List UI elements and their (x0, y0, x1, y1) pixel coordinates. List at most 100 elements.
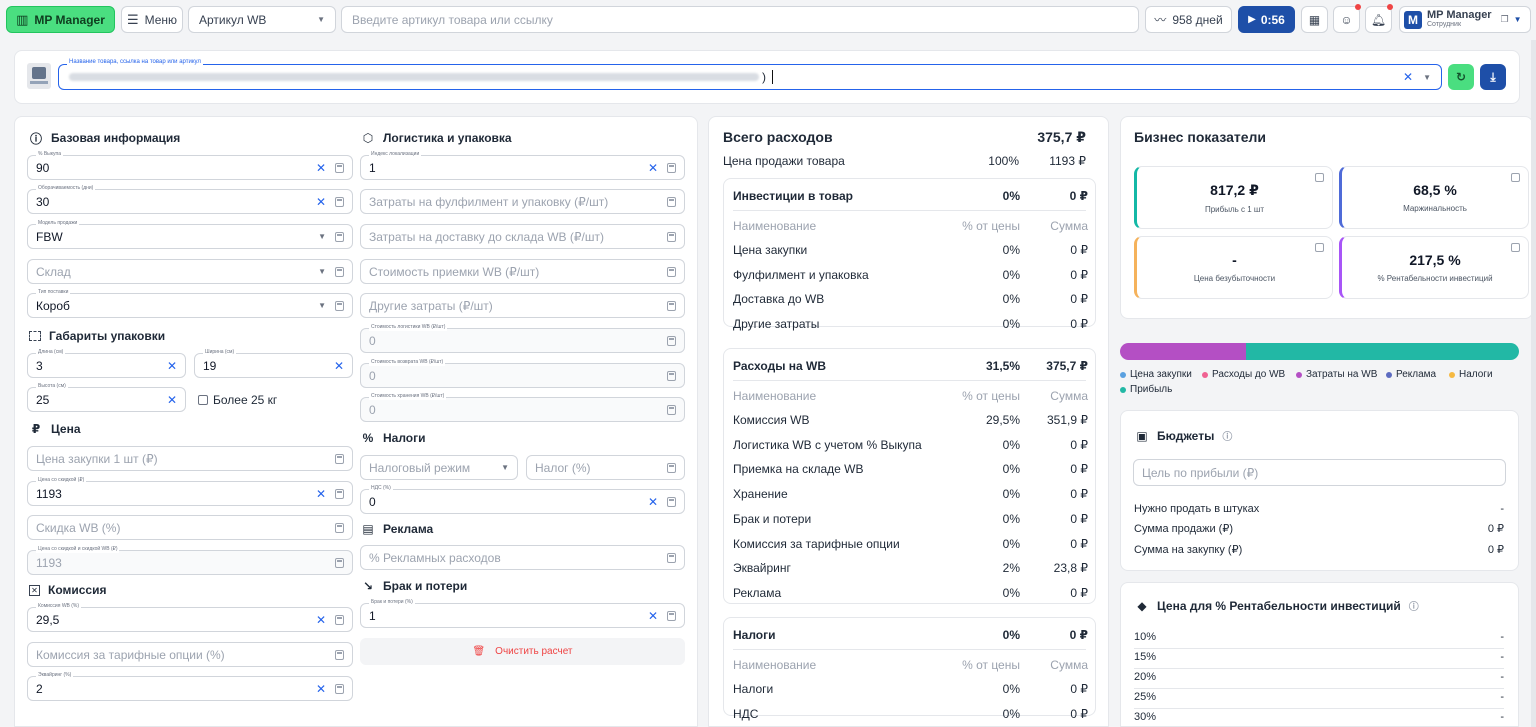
copy-icon[interactable] (1315, 243, 1324, 252)
calculator-icon[interactable] (667, 266, 676, 277)
clear-icon[interactable]: ✕ (648, 161, 658, 175)
calculator-icon[interactable] (667, 231, 676, 242)
delivery-cost-field[interactable]: Затраты на доставку до склада WB (₽/шт) (360, 224, 685, 249)
divider (1134, 668, 1504, 669)
menu-button[interactable]: ☰ Меню (121, 6, 183, 33)
wb-commission-value: 29,5 (36, 612, 60, 627)
clear-icon[interactable]: ✕ (1403, 70, 1413, 84)
length-label: Длина (см) (36, 349, 66, 356)
clear-icon[interactable]: ✕ (316, 487, 326, 501)
tariff-commission-field[interactable]: Комиссия за тарифные опции (%) (27, 642, 353, 667)
wb-return-cost-field: Стоимость возврата WB (₽/шт) 0 (360, 359, 685, 388)
copy-icon[interactable] (1511, 243, 1520, 252)
clear-icon[interactable]: ✕ (167, 393, 177, 407)
clear-icon[interactable]: ✕ (316, 613, 326, 627)
notifications-button[interactable]: 🔔︎ (1365, 6, 1392, 33)
supply-type-select[interactable]: Тип поставки Короб ▼ (27, 289, 353, 318)
calculator-icon[interactable] (335, 614, 344, 625)
clear-icon[interactable]: ✕ (648, 495, 658, 509)
refresh-button[interactable]: ↻ (1448, 64, 1474, 90)
product-thumbnail[interactable] (27, 63, 51, 89)
fulfillment-cost-field[interactable]: Затраты на фулфилмент и упаковку (₽/шт) (360, 189, 685, 214)
other-cost-field[interactable]: Другие затраты (₽/шт) (360, 293, 685, 318)
defect-label: Брак и потери (%) (369, 599, 415, 606)
clear-icon[interactable]: ✕ (648, 609, 658, 623)
chevron-down-icon[interactable]: ▼ (1423, 73, 1431, 82)
acquiring-field[interactable]: Эквайринг (%) 2 ✕ (27, 672, 353, 701)
width-field[interactable]: Ширина (см) 19 ✕ (194, 349, 353, 378)
product-input[interactable]: Название товара, ссылка на товар или арт… (58, 59, 1442, 90)
clear-icon[interactable]: ✕ (316, 195, 326, 209)
warehouse-select[interactable]: Склад ▼ (27, 259, 353, 284)
expense-row-sum: 0 ₽ (1070, 706, 1088, 721)
calculator-icon[interactable] (335, 557, 344, 568)
vat-field[interactable]: НДС (%) 0 ✕ (360, 485, 685, 514)
calculator-icon[interactable] (335, 488, 344, 499)
clear-icon[interactable]: ✕ (316, 682, 326, 696)
heavy-checkbox[interactable]: Более 25 кг (198, 393, 277, 407)
breakeven-label: Цена безубыточности (1193, 274, 1276, 283)
calculator-icon[interactable] (335, 300, 344, 311)
buyout-field[interactable]: % Выкупа 90 ✕ (27, 151, 353, 180)
info-icon[interactable]: ⓘ (1409, 598, 1419, 613)
days-label: 958 дней (1172, 12, 1223, 27)
localization-index-field[interactable]: Индекс локализации 1 ✕ (360, 151, 685, 180)
calculator-icon[interactable] (667, 335, 676, 346)
discount-price-field[interactable]: Цена со скидкой (₽) 1193 ✕ (27, 477, 353, 506)
calculator-icon[interactable] (335, 453, 344, 464)
purchase-price-field[interactable]: Цена закупки 1 шт (₽) (27, 446, 353, 471)
calculator-icon[interactable] (667, 404, 676, 415)
calculator-icon[interactable] (335, 522, 344, 533)
chevron-down-icon: ▼ (318, 267, 326, 276)
feedback-button[interactable]: ☺ (1333, 6, 1360, 33)
roi-percent: 15% (1134, 651, 1157, 663)
calculator-icon[interactable] (667, 162, 676, 173)
warehouse-placeholder: Склад (36, 264, 71, 279)
page-scrollbar[interactable] (1531, 40, 1536, 727)
sales-model-select[interactable]: Модель продажи FBW ▼ (27, 220, 353, 249)
wb-discount-field[interactable]: Скидка WB (%) (27, 515, 353, 540)
calculator-icon[interactable] (335, 266, 344, 277)
logo-button[interactable]: ▥ MP Manager (6, 6, 115, 33)
subscription-days-button[interactable]: 〰 958 дней (1145, 6, 1232, 33)
tax-regime-select[interactable]: Налоговый режим ▼ (360, 455, 518, 480)
calculator-icon[interactable] (335, 162, 344, 173)
height-field[interactable]: Высота (см) 25 ✕ (27, 383, 186, 412)
wb-commission-field[interactable]: Комиссия WB (%) 29,5 ✕ (27, 603, 353, 632)
profit-goal-field[interactable]: Цель по прибыли (₽) (1133, 459, 1506, 486)
download-button[interactable]: ⤓ (1480, 64, 1506, 90)
calculator-icon[interactable] (335, 196, 344, 207)
calculator-icon[interactable] (335, 231, 344, 242)
hamburger-icon: ☰ (126, 11, 139, 27)
calculator-icon[interactable] (667, 300, 676, 311)
turnover-field[interactable]: Оборачиваемость (дни) 30 ✕ (27, 185, 353, 214)
checkbox-icon[interactable] (198, 395, 208, 405)
article-type-select[interactable]: Артикул WB ▼ (188, 6, 336, 33)
calculator-icon[interactable] (667, 462, 676, 473)
defect-field[interactable]: Брак и потери (%) 1 ✕ (360, 599, 685, 628)
clear-icon[interactable]: ✕ (334, 359, 344, 373)
legend-dot (1386, 371, 1392, 378)
info-icon[interactable]: ⓘ (1222, 428, 1232, 443)
calculator-icon[interactable] (667, 370, 676, 381)
calculator-icon[interactable] (335, 649, 344, 660)
clear-icon[interactable]: ✕ (167, 359, 177, 373)
user-menu-button[interactable]: M MP Manager Сотрудник ❐ ▼ (1399, 6, 1531, 33)
clear-calc-button[interactable]: 🗑︎ Очистить расчет (360, 638, 685, 665)
calculator-icon[interactable] (667, 196, 676, 207)
copy-icon[interactable] (1315, 173, 1324, 182)
video-timer-button[interactable]: ▶ 0:56 (1238, 6, 1295, 33)
copy-icon[interactable] (1511, 173, 1520, 182)
acceptance-cost-field[interactable]: Стоимость приемки WB (₽/шт) (360, 259, 685, 284)
clear-icon[interactable]: ✕ (316, 161, 326, 175)
length-field[interactable]: Длина (см) 3 ✕ (27, 349, 186, 378)
article-search-input[interactable]: Введите артикул товара или ссылку (341, 6, 1139, 33)
calculator-icon[interactable] (335, 683, 344, 694)
ads-percent-field[interactable]: % Рекламных расходов (360, 545, 685, 570)
expense-row-sum: 0 ₽ (1070, 317, 1088, 332)
calendar-button[interactable]: ▦ (1301, 6, 1328, 33)
calculator-icon[interactable] (667, 610, 676, 621)
calculator-icon[interactable] (667, 552, 676, 563)
calculator-icon[interactable] (667, 496, 676, 507)
tax-percent-field[interactable]: Налог (%) (526, 455, 685, 480)
